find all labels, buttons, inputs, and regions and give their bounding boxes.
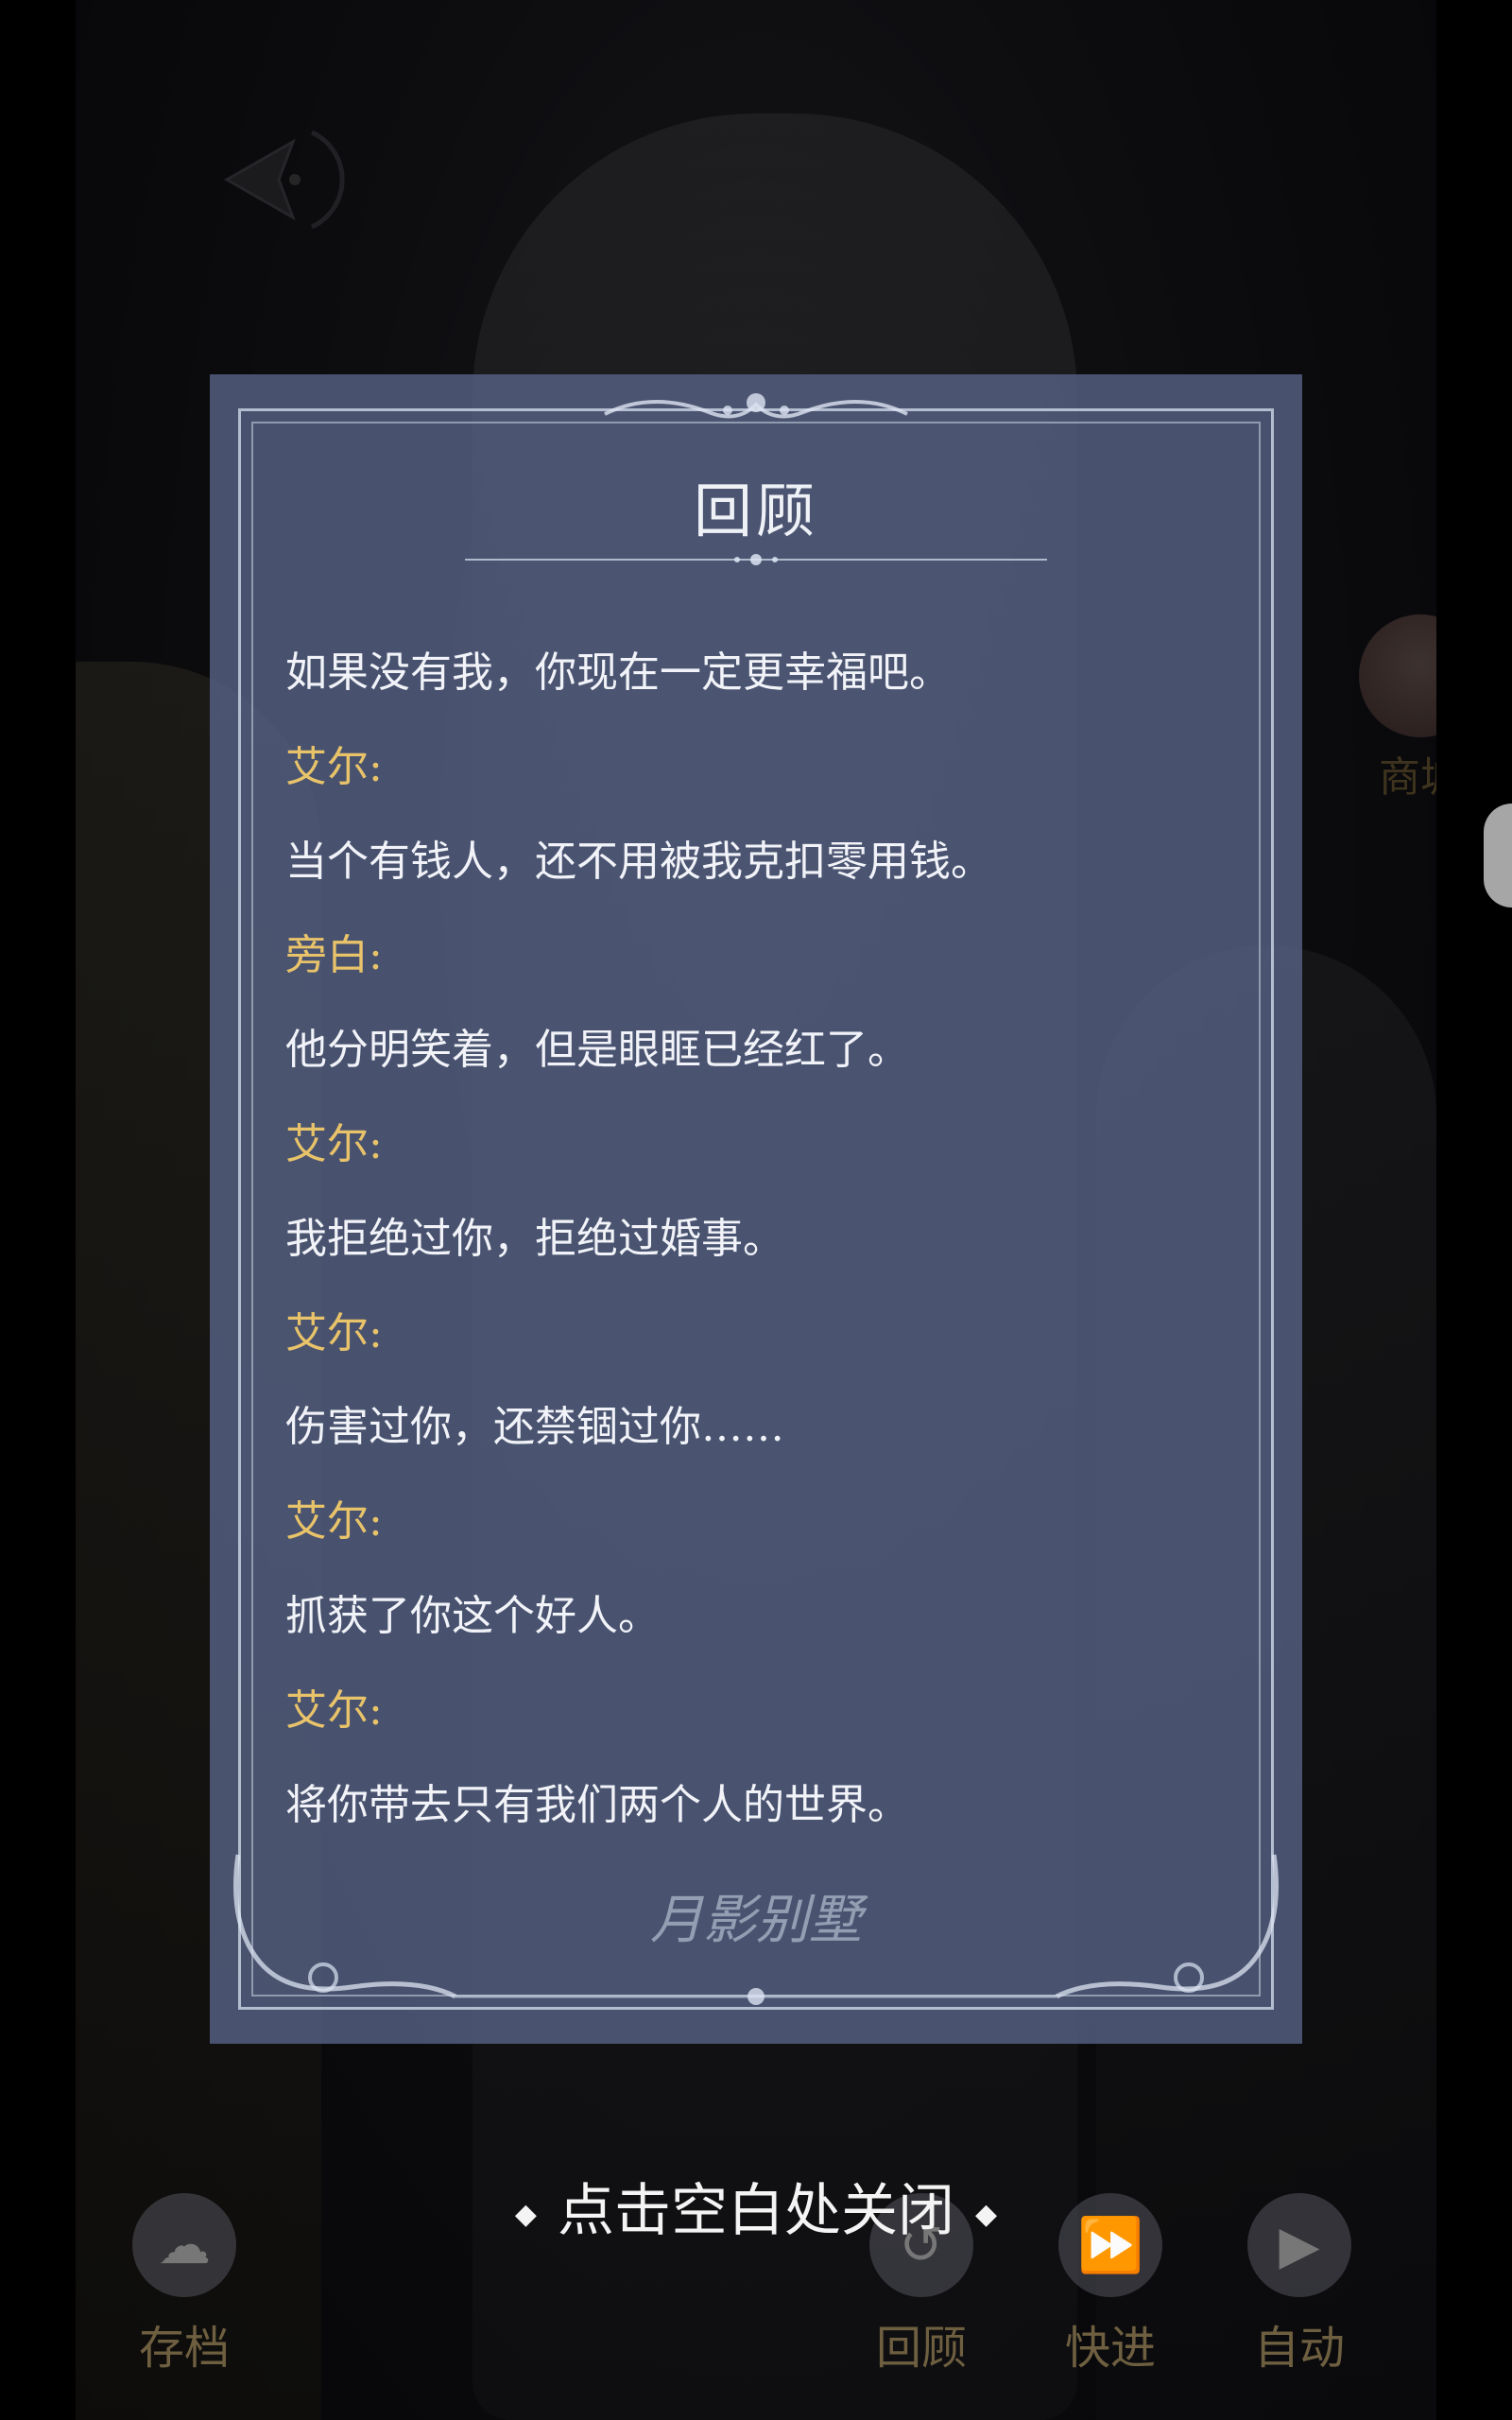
side-pull-tab[interactable]: [1484, 804, 1512, 908]
top-ornament: [210, 386, 1302, 433]
dialogue-line: 如果没有我，你现在一定更幸福吧。: [285, 648, 951, 697]
fast-forward-label: 快进: [1064, 2322, 1156, 2375]
speaker-name: 艾尔:: [285, 1119, 383, 1168]
dialogue-log[interactable]: 如果没有我，你现在一定更幸福吧。 艾尔: 当个有钱人，还不用被我克扣零用钱。 旁白: 他…: [285, 626, 1227, 1852]
auto-label: 自动: [1253, 2322, 1345, 2375]
panel-title: 回顾: [693, 476, 818, 545]
speaker-name: 艾尔:: [285, 1497, 383, 1547]
dialogue-line: 当个有钱人，还不用被我克扣零用钱。: [285, 837, 992, 886]
review-panel[interactable]: 回顾 如果没有我，你现在一定更幸福吧。 艾尔: 当个有钱人，还不用被我克扣零用钱。旁…: [210, 374, 1302, 2044]
dialogue-line: 他分明笑着，但是眼眶已经红了。: [285, 1026, 909, 1075]
diamond-icon: ◆: [514, 2197, 537, 2231]
save-label: 存档: [138, 2322, 230, 2375]
speaker-name: 艾尔:: [285, 1685, 383, 1735]
dialogue-line: 抓获了你这个好人。: [285, 1591, 660, 1640]
close-hint: ◆ 点击空白处关闭 ◆: [0, 2165, 1512, 2247]
title-divider: [465, 554, 1047, 565]
bottom-ornament: [233, 1854, 1279, 2005]
speaker-name: 艾尔:: [285, 742, 383, 791]
diamond-icon: ◆: [975, 2197, 998, 2231]
speaker-name: 旁白:: [285, 931, 383, 980]
review-label: 回顾: [875, 2322, 967, 2375]
close-hint-text: 点击空白处关闭: [558, 2178, 954, 2244]
dialogue-line: 伤害过你，还禁锢过你……: [285, 1403, 784, 1452]
speaker-name: 艾尔:: [285, 1308, 383, 1357]
dialogue-line: 我拒绝过你，拒绝过婚事。: [285, 1214, 784, 1263]
